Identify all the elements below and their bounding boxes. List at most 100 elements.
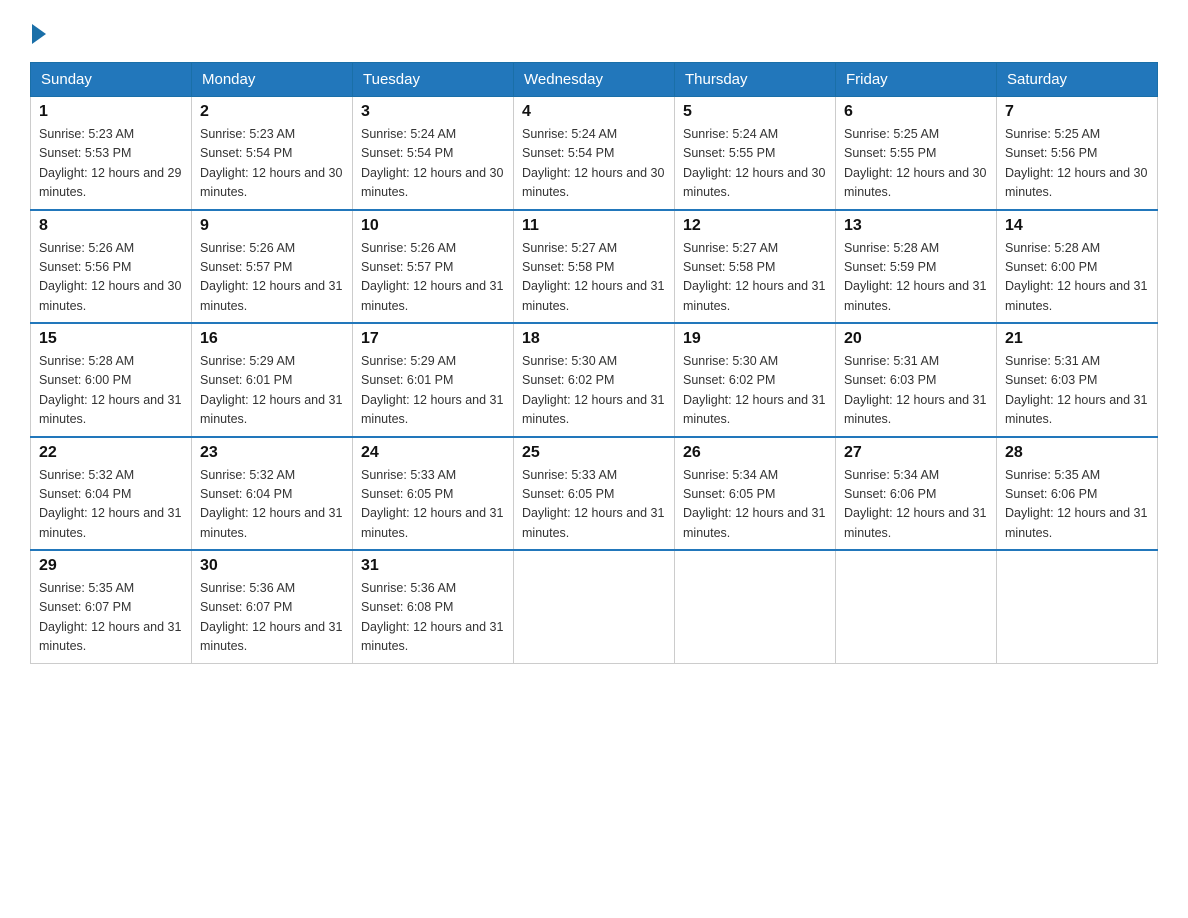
day-info: Sunrise: 5:35 AMSunset: 6:07 PMDaylight:… — [39, 579, 183, 657]
day-number: 28 — [1005, 444, 1149, 462]
calendar-header-thursday: Thursday — [675, 63, 836, 97]
calendar-week-row: 29Sunrise: 5:35 AMSunset: 6:07 PMDayligh… — [31, 550, 1158, 663]
day-number: 20 — [844, 330, 988, 348]
day-number: 27 — [844, 444, 988, 462]
day-number: 3 — [361, 103, 505, 121]
day-number: 24 — [361, 444, 505, 462]
day-number: 22 — [39, 444, 183, 462]
calendar-cell: 3 Sunrise: 5:24 AMSunset: 5:54 PMDaylight… — [353, 97, 514, 210]
calendar-header-tuesday: Tuesday — [353, 63, 514, 97]
calendar-cell: 5 Sunrise: 5:24 AMSunset: 5:55 PMDaylight… — [675, 97, 836, 210]
day-info: Sunrise: 5:26 AMSunset: 5:57 PMDaylight:… — [361, 239, 505, 317]
day-number: 30 — [200, 557, 344, 575]
day-number: 11 — [522, 217, 666, 235]
calendar-cell: 15Sunrise: 5:28 AMSunset: 6:00 PMDayligh… — [31, 323, 192, 437]
calendar-cell: 30 Sunrise: 5:36 AMSunset: 6:07 PMDayligh… — [192, 550, 353, 663]
calendar-cell: 21 Sunrise: 5:31 AMSunset: 6:03 PMDayligh… — [997, 323, 1158, 437]
day-info: Sunrise: 5:34 AMSunset: 6:06 PMDaylight:… — [844, 466, 988, 544]
day-info: Sunrise: 5:24 AMSunset: 5:55 PMDaylight:… — [683, 125, 827, 203]
day-info: Sunrise: 5:33 AMSunset: 6:05 PMDaylight:… — [361, 466, 505, 544]
calendar-cell: 19Sunrise: 5:30 AMSunset: 6:02 PMDayligh… — [675, 323, 836, 437]
day-info: Sunrise: 5:31 AMSunset: 6:03 PMDaylight:… — [1005, 352, 1149, 430]
day-number: 18 — [522, 330, 666, 348]
day-info: Sunrise: 5:32 AMSunset: 6:04 PMDaylight:… — [200, 466, 344, 544]
calendar-cell: 1Sunrise: 5:23 AMSunset: 5:53 PMDaylight… — [31, 97, 192, 210]
day-info: Sunrise: 5:28 AMSunset: 6:00 PMDaylight:… — [1005, 239, 1149, 317]
day-number: 13 — [844, 217, 988, 235]
calendar-cell — [675, 550, 836, 663]
calendar-cell — [514, 550, 675, 663]
calendar-cell: 9Sunrise: 5:26 AMSunset: 5:57 PMDaylight… — [192, 210, 353, 324]
day-info: Sunrise: 5:26 AMSunset: 5:56 PMDaylight:… — [39, 239, 183, 317]
day-info: Sunrise: 5:24 AMSunset: 5:54 PMDaylight:… — [361, 125, 505, 203]
day-info: Sunrise: 5:28 AMSunset: 6:00 PMDaylight:… — [39, 352, 183, 430]
day-number: 4 — [522, 103, 666, 121]
calendar-header-row: SundayMondayTuesdayWednesdayThursdayFrid… — [31, 63, 1158, 97]
day-number: 1 — [39, 103, 183, 121]
calendar-cell: 31 Sunrise: 5:36 AMSunset: 6:08 PMDayligh… — [353, 550, 514, 663]
calendar-cell — [997, 550, 1158, 663]
day-info: Sunrise: 5:25 AMSunset: 5:56 PMDaylight:… — [1005, 125, 1149, 203]
day-info: Sunrise: 5:27 AMSunset: 5:58 PMDaylight:… — [522, 239, 666, 317]
day-number: 7 — [1005, 103, 1149, 121]
calendar-cell: 16 Sunrise: 5:29 AMSunset: 6:01 PMDayligh… — [192, 323, 353, 437]
day-number: 25 — [522, 444, 666, 462]
calendar-cell — [836, 550, 997, 663]
day-info: Sunrise: 5:33 AMSunset: 6:05 PMDaylight:… — [522, 466, 666, 544]
day-info: Sunrise: 5:36 AMSunset: 6:07 PMDaylight:… — [200, 579, 344, 657]
day-info: Sunrise: 5:27 AMSunset: 5:58 PMDaylight:… — [683, 239, 827, 317]
day-info: Sunrise: 5:24 AMSunset: 5:54 PMDaylight:… — [522, 125, 666, 203]
day-number: 14 — [1005, 217, 1149, 235]
day-number: 10 — [361, 217, 505, 235]
day-info: Sunrise: 5:36 AMSunset: 6:08 PMDaylight:… — [361, 579, 505, 657]
calendar-week-row: 22 Sunrise: 5:32 AMSunset: 6:04 PMDayligh… — [31, 437, 1158, 551]
logo-arrow-icon — [32, 24, 46, 44]
calendar-cell: 7 Sunrise: 5:25 AMSunset: 5:56 PMDaylight… — [997, 97, 1158, 210]
calendar-cell: 27 Sunrise: 5:34 AMSunset: 6:06 PMDayligh… — [836, 437, 997, 551]
day-number: 31 — [361, 557, 505, 575]
day-info: Sunrise: 5:35 AMSunset: 6:06 PMDaylight:… — [1005, 466, 1149, 544]
calendar-cell: 11 Sunrise: 5:27 AMSunset: 5:58 PMDayligh… — [514, 210, 675, 324]
day-number: 26 — [683, 444, 827, 462]
day-number: 12 — [683, 217, 827, 235]
calendar-cell: 28 Sunrise: 5:35 AMSunset: 6:06 PMDayligh… — [997, 437, 1158, 551]
calendar-week-row: 15Sunrise: 5:28 AMSunset: 6:00 PMDayligh… — [31, 323, 1158, 437]
day-number: 23 — [200, 444, 344, 462]
day-info: Sunrise: 5:29 AMSunset: 6:01 PMDaylight:… — [200, 352, 344, 430]
calendar-cell: 29Sunrise: 5:35 AMSunset: 6:07 PMDayligh… — [31, 550, 192, 663]
calendar-cell: 23 Sunrise: 5:32 AMSunset: 6:04 PMDayligh… — [192, 437, 353, 551]
calendar-cell: 2 Sunrise: 5:23 AMSunset: 5:54 PMDaylight… — [192, 97, 353, 210]
calendar-table: SundayMondayTuesdayWednesdayThursdayFrid… — [30, 62, 1158, 664]
calendar-cell: 8 Sunrise: 5:26 AMSunset: 5:56 PMDaylight… — [31, 210, 192, 324]
day-number: 17 — [361, 330, 505, 348]
calendar-header-wednesday: Wednesday — [514, 63, 675, 97]
calendar-cell: 12 Sunrise: 5:27 AMSunset: 5:58 PMDayligh… — [675, 210, 836, 324]
day-info: Sunrise: 5:31 AMSunset: 6:03 PMDaylight:… — [844, 352, 988, 430]
calendar-header-saturday: Saturday — [997, 63, 1158, 97]
day-number: 5 — [683, 103, 827, 121]
calendar-cell: 20 Sunrise: 5:31 AMSunset: 6:03 PMDayligh… — [836, 323, 997, 437]
page-header — [30, 20, 1158, 44]
calendar-cell: 26 Sunrise: 5:34 AMSunset: 6:05 PMDayligh… — [675, 437, 836, 551]
calendar-cell: 10 Sunrise: 5:26 AMSunset: 5:57 PMDayligh… — [353, 210, 514, 324]
day-number: 2 — [200, 103, 344, 121]
calendar-cell: 14 Sunrise: 5:28 AMSunset: 6:00 PMDayligh… — [997, 210, 1158, 324]
day-number: 8 — [39, 217, 183, 235]
day-info: Sunrise: 5:32 AMSunset: 6:04 PMDaylight:… — [39, 466, 183, 544]
day-info: Sunrise: 5:29 AMSunset: 6:01 PMDaylight:… — [361, 352, 505, 430]
day-info: Sunrise: 5:34 AMSunset: 6:05 PMDaylight:… — [683, 466, 827, 544]
day-info: Sunrise: 5:28 AMSunset: 5:59 PMDaylight:… — [844, 239, 988, 317]
logo — [30, 20, 46, 44]
calendar-cell: 24 Sunrise: 5:33 AMSunset: 6:05 PMDayligh… — [353, 437, 514, 551]
day-number: 21 — [1005, 330, 1149, 348]
day-number: 16 — [200, 330, 344, 348]
calendar-cell: 22 Sunrise: 5:32 AMSunset: 6:04 PMDayligh… — [31, 437, 192, 551]
calendar-header-monday: Monday — [192, 63, 353, 97]
calendar-week-row: 8 Sunrise: 5:26 AMSunset: 5:56 PMDaylight… — [31, 210, 1158, 324]
calendar-cell: 18Sunrise: 5:30 AMSunset: 6:02 PMDayligh… — [514, 323, 675, 437]
calendar-cell: 4 Sunrise: 5:24 AMSunset: 5:54 PMDaylight… — [514, 97, 675, 210]
day-number: 6 — [844, 103, 988, 121]
day-info: Sunrise: 5:25 AMSunset: 5:55 PMDaylight:… — [844, 125, 988, 203]
day-info: Sunrise: 5:23 AMSunset: 5:54 PMDaylight:… — [200, 125, 344, 203]
day-number: 19 — [683, 330, 827, 348]
